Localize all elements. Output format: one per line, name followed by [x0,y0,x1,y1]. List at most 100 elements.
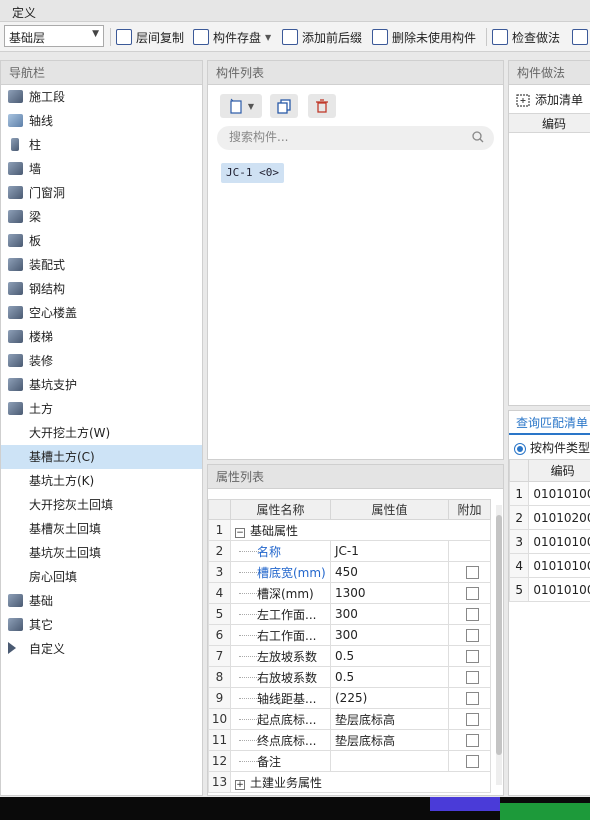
nav-item-hollow-floor[interactable]: 空心楼盖 [1,301,202,325]
new-component-button[interactable]: ▼ [220,94,262,118]
table-row[interactable]: 2 名称 JC-1 [208,540,491,562]
component-search-input[interactable] [229,130,459,144]
table-row[interactable]: 8 右放坡系数 0.5 [208,666,491,688]
table-row[interactable]: 3 槽底宽(mm) 450 [208,561,491,583]
nav-sub-trench-earthwork[interactable]: 基槽土方(C) [1,445,202,469]
row-number: 11 [208,729,231,751]
chevron-down-icon[interactable]: ▼ [265,33,271,42]
table-row[interactable]: 4 槽深(mm) 1300 [208,582,491,604]
beam-icon [8,210,23,223]
check-method-icon [492,29,508,45]
nav-item-other[interactable]: 其它 [1,613,202,637]
canvas-shape [430,797,500,811]
nav-sub-room-backfill[interactable]: 房心回填 [1,565,202,589]
copy-component-button[interactable] [270,94,298,118]
row-number: 3 [208,561,231,583]
search-icon[interactable] [472,131,484,143]
property-value[interactable]: 0.5 [330,666,449,688]
nav-sub-pit-lime-backfill[interactable]: 基坑灰土回填 [1,541,202,565]
table-row[interactable]: 1 − 基础属性 [208,519,491,541]
nav-item-prefab[interactable]: 装配式 [1,253,202,277]
delete-component-button[interactable] [308,94,336,118]
property-value[interactable]: 1300 [330,582,449,604]
nav-item-construction-segment[interactable]: 施工段 [1,85,202,109]
scrollbar-thumb[interactable] [496,515,502,755]
table-row[interactable]: 4 01010100 [508,553,590,578]
save-component-button[interactable]: 构件存盘 ▼ [193,27,271,47]
nav-item-decoration[interactable]: 装修 [1,349,202,373]
nav-item-steel[interactable]: 钢结构 [1,277,202,301]
table-row[interactable]: 11 终点底标... 垫层底标高 [208,729,491,751]
by-type-radio[interactable]: 按构件类型 [514,439,590,456]
component-item[interactable]: JC-1 <0> [221,163,284,183]
property-value[interactable]: 垫层底标高 [330,708,449,730]
attach-checkbox[interactable] [466,671,479,684]
nav-item-earthwork[interactable]: 土方 [1,397,202,421]
attach-checkbox[interactable] [466,629,479,642]
property-value[interactable]: 300 [330,603,449,625]
row-number: 1 [208,519,231,541]
table-row[interactable]: 2 01010200 [508,505,590,530]
copy-layer-button[interactable]: 层间复制 [116,27,184,47]
property-name: 槽深(mm) [257,586,314,601]
nav-item-stairs[interactable]: 楼梯 [1,325,202,349]
nav-item-column[interactable]: 柱 [1,133,202,157]
property-name: 终点底标... [257,733,317,748]
by-type-label: 按构件类型 [530,441,590,455]
table-row[interactable]: 3 01010100 [508,529,590,554]
nav-sub-open-excavation[interactable]: 大开挖土方(W) [1,421,202,445]
floor-select[interactable]: 基础层 ▼ [4,25,104,47]
add-list-button[interactable]: 添加清单 [515,91,583,108]
nav-item-door-window[interactable]: 门窗洞 [1,181,202,205]
nav-item-slab[interactable]: 板 [1,229,202,253]
nav-item-custom[interactable]: 自定义 [1,637,202,661]
property-value[interactable]: 垫层底标高 [330,729,449,751]
table-row[interactable]: 5 左工作面... 300 [208,603,491,625]
copy-layer-label: 层间复制 [136,30,185,45]
nav-item-pit-support[interactable]: 基坑支护 [1,373,202,397]
attach-checkbox[interactable] [466,566,479,579]
table-row[interactable]: 13 + 土建业务属性 [208,771,491,793]
property-value[interactable] [330,750,449,772]
collapse-icon[interactable]: − [235,527,245,538]
attach-checkbox[interactable] [466,713,479,726]
table-row[interactable]: 12 备注 [208,750,491,772]
delete-unused-button[interactable]: 删除未使用构件 [372,27,476,47]
group-cell[interactable]: − 基础属性 [230,519,491,541]
nav-item-wall[interactable]: 墙 [1,157,202,181]
more-toolbar-button[interactable] [572,27,590,47]
nav-sub-pit-earthwork[interactable]: 基坑土方(K) [1,469,202,493]
nav-item-axis[interactable]: 轴线 [1,109,202,133]
group-cell[interactable]: + 土建业务属性 [230,771,491,793]
property-value[interactable]: 0.5 [330,645,449,667]
nav-item-beam[interactable]: 梁 [1,205,202,229]
property-value[interactable]: JC-1 [330,540,449,562]
attach-checkbox[interactable] [466,692,479,705]
radio-selected-icon[interactable] [514,442,526,455]
property-value[interactable]: 450 [330,561,449,583]
property-scrollbar[interactable] [496,505,502,785]
nav-item-foundation[interactable]: 基础 [1,589,202,613]
attach-cell [448,603,491,625]
table-row[interactable]: 7 左放坡系数 0.5 [208,645,491,667]
query-match-tab[interactable]: 查询匹配清单 [509,411,590,435]
expand-icon[interactable]: + [235,779,245,790]
add-prefix-button[interactable]: 添加前后缀 [282,27,362,47]
attach-checkbox[interactable] [466,755,479,768]
attach-checkbox[interactable] [466,650,479,663]
nav-sub-trench-lime-backfill[interactable]: 基槽灰土回填 [1,517,202,541]
row-number: 10 [208,708,231,730]
property-value[interactable]: (225) [330,687,449,709]
attach-checkbox[interactable] [466,734,479,747]
table-row[interactable]: 6 右工作面... 300 [208,624,491,646]
attach-checkbox[interactable] [466,608,479,621]
table-row[interactable]: 1 01010100 [508,481,590,506]
table-row[interactable]: 5 01010100 [508,577,590,602]
attach-checkbox[interactable] [466,587,479,600]
table-row[interactable]: 9 轴线距基... (225) [208,687,491,709]
property-value[interactable]: 300 [330,624,449,646]
nav-sub-open-lime-backfill[interactable]: 大开挖灰土回填 [1,493,202,517]
drawing-canvas[interactable] [0,797,590,820]
table-row[interactable]: 10 起点底标... 垫层底标高 [208,708,491,730]
check-method-button[interactable]: 检查做法 [492,27,560,47]
